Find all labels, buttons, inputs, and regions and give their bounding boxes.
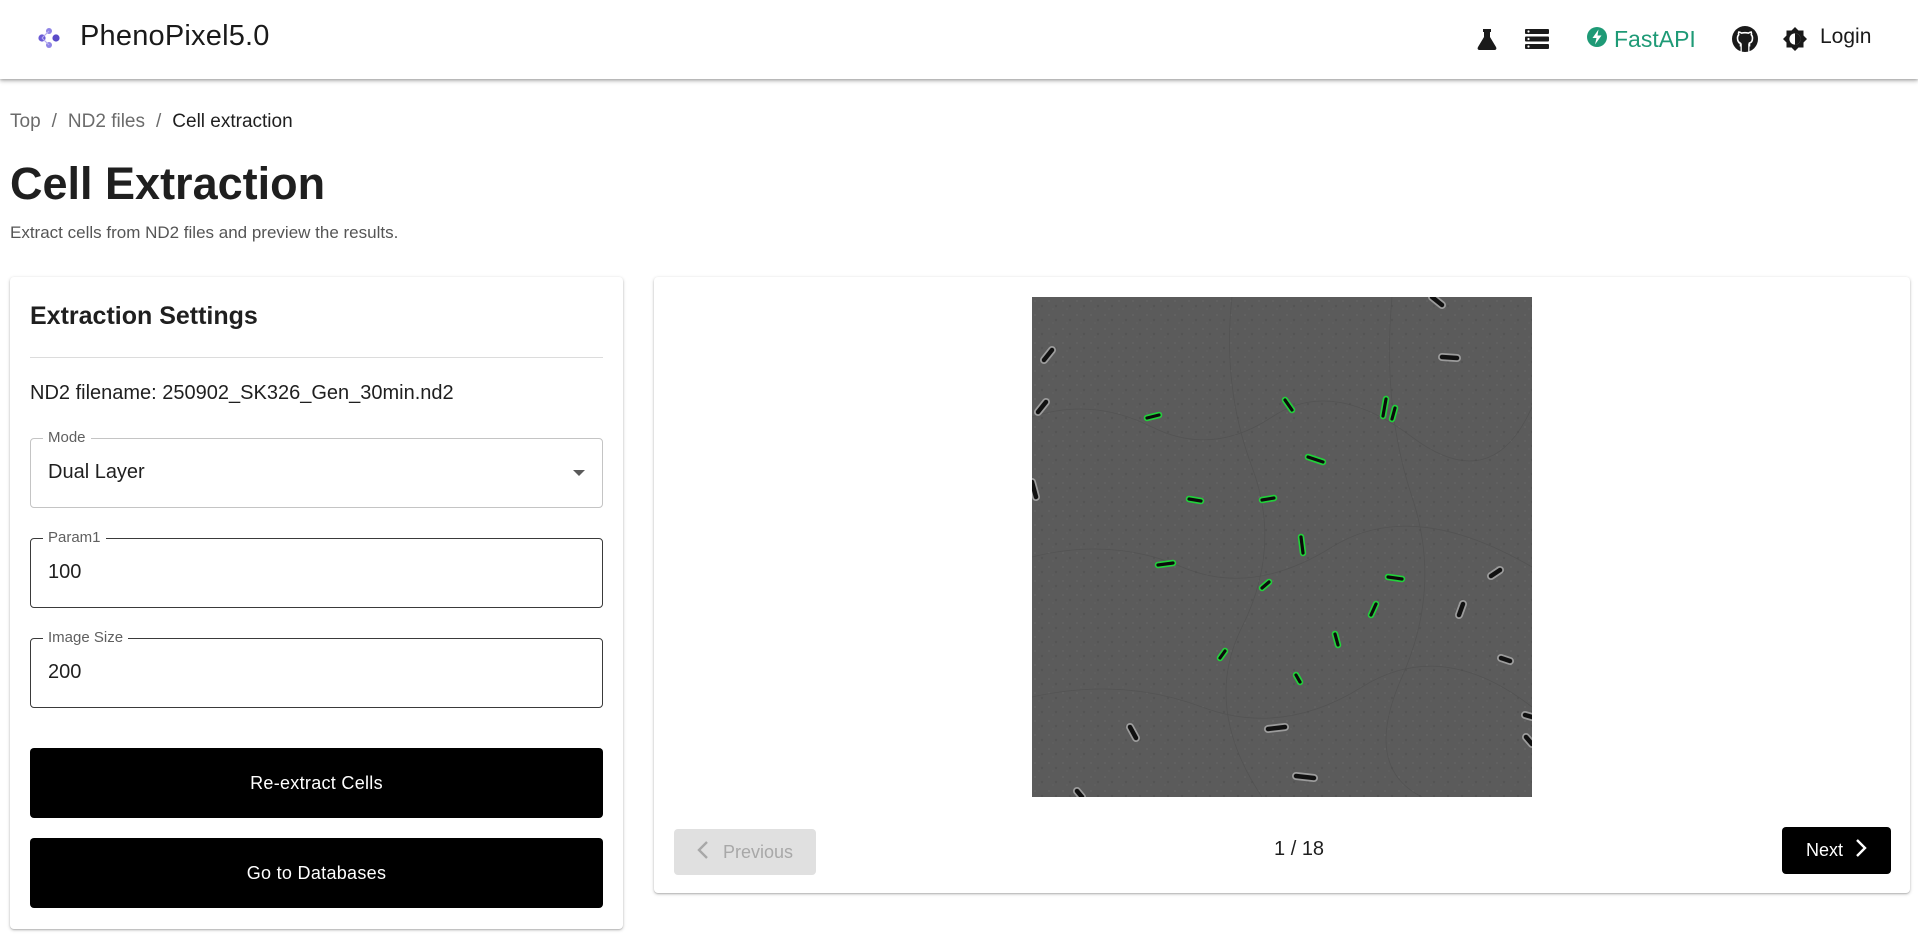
- reextract-cells-button[interactable]: Re-extract Cells: [30, 748, 603, 818]
- app-bar: PhenoPixel5.0 FastAPI Login: [0, 0, 1918, 79]
- breadcrumb-top[interactable]: Top: [10, 111, 41, 133]
- mode-select[interactable]: Mode Dual Layer: [30, 429, 603, 508]
- mode-value: Dual Layer: [48, 461, 145, 483]
- image-size-field[interactable]: Image Size: [30, 629, 603, 708]
- param1-input[interactable]: [48, 561, 568, 584]
- login-button[interactable]: Login: [1820, 25, 1871, 49]
- dropdown-arrow-icon: [573, 470, 585, 476]
- mode-label: Mode: [43, 429, 91, 446]
- breadcrumb-nd2-files[interactable]: ND2 files: [68, 111, 145, 133]
- image-size-label: Image Size: [43, 629, 129, 646]
- go-to-databases-button[interactable]: Go to Databases: [30, 838, 603, 908]
- page-separator: /: [1290, 838, 1297, 860]
- chevron-left-icon: [697, 840, 709, 865]
- page-current: 1: [1274, 838, 1286, 860]
- previous-button[interactable]: Previous: [674, 829, 816, 875]
- chevron-right-icon: [1855, 838, 1867, 863]
- github-icon[interactable]: [1730, 24, 1760, 54]
- flask-icon[interactable]: [1472, 24, 1502, 54]
- next-label: Next: [1805, 840, 1843, 860]
- preview-card: Previous 1 / 18 Next: [654, 277, 1910, 893]
- settings-title: Extraction Settings: [30, 302, 258, 330]
- breadcrumb: Top / ND2 files / Cell extraction: [10, 111, 293, 133]
- next-button[interactable]: Next: [1782, 827, 1891, 874]
- fastapi-icon: [1586, 26, 1608, 53]
- fastapi-link[interactable]: FastAPI: [1586, 24, 1696, 54]
- database-icon[interactable]: [1522, 24, 1552, 54]
- nd2-filename-value: 250902_SK326_Gen_30min.nd2: [162, 382, 454, 404]
- breadcrumb-separator: /: [51, 111, 57, 132]
- page-title: Cell Extraction: [10, 158, 326, 209]
- fastapi-label: FastAPI: [1614, 25, 1696, 52]
- image-size-input[interactable]: [48, 661, 568, 684]
- breadcrumb-current: Cell extraction: [172, 111, 293, 132]
- page-counter: 1 / 18: [1274, 838, 1324, 861]
- app-title[interactable]: PhenoPixel5.0: [80, 20, 270, 53]
- nd2-filename-label: ND2 filename:: [30, 382, 157, 404]
- cell-preview-image: [1032, 297, 1532, 797]
- extraction-settings-card: Extraction Settings ND2 filename: 250902…: [10, 277, 623, 929]
- breadcrumb-separator: /: [156, 111, 162, 132]
- molecule-logo-icon[interactable]: [36, 25, 62, 51]
- divider: [30, 357, 603, 358]
- page-total: 18: [1301, 838, 1325, 860]
- page-subtitle: Extract cells from ND2 files and preview…: [10, 223, 399, 242]
- param1-label: Param1: [43, 529, 106, 546]
- brightness-icon[interactable]: [1780, 24, 1810, 54]
- previous-label: Previous: [722, 841, 794, 862]
- nd2-filename: ND2 filename: 250902_SK326_Gen_30min.nd2: [30, 382, 454, 405]
- param1-field[interactable]: Param1: [30, 529, 603, 608]
